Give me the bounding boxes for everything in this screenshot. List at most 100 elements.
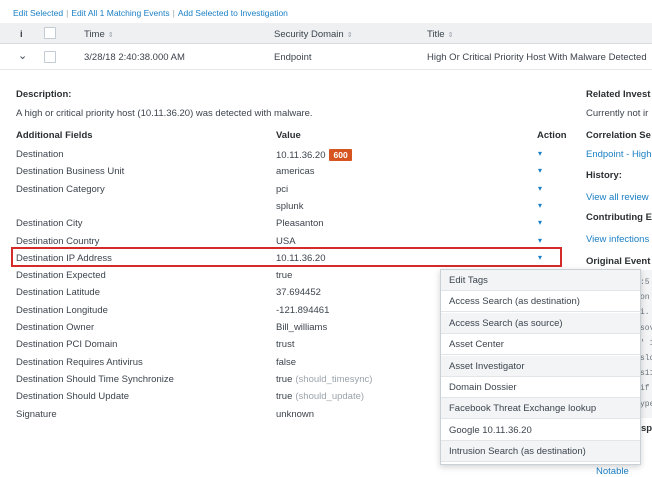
field-value: americas [276, 166, 315, 177]
field-value: true (should_timesync) [276, 374, 372, 385]
edit-all-link[interactable]: Edit All 1 Matching Events [71, 8, 169, 18]
correlation-search-title: Correlation Se [586, 130, 651, 141]
menu-item[interactable]: Facebook Threat Exchange lookup [441, 398, 640, 420]
field-value: Pleasanton [276, 218, 324, 229]
sort-icon: ⇕ [346, 32, 353, 39]
code-line: i. [640, 308, 650, 318]
field-value: trust [276, 339, 294, 350]
separator: | [172, 8, 175, 18]
field-label: Signature [16, 408, 57, 420]
field-label: Destination City [16, 218, 83, 230]
field-value-text: USA [276, 235, 296, 247]
field-value: 10.11.36.20 600 [276, 149, 352, 161]
field-label: Destination Latitude [16, 287, 100, 299]
field-value: unknown [276, 409, 314, 420]
field-value: pci [276, 184, 288, 195]
field-row: Destination 10.11.36.20 600 ▾ [16, 149, 556, 163]
field-label: Destination Country [16, 235, 100, 247]
bulk-action-links: Edit Selected | Edit All 1 Matching Events… [13, 8, 288, 18]
notable-link[interactable]: Notable [596, 466, 629, 477]
contributing-events-title: Contributing E [586, 212, 652, 223]
sort-icon: ⇕ [107, 32, 114, 39]
field-value-text: false [276, 356, 297, 368]
correlation-search-link[interactable]: Endpoint - High [586, 149, 651, 160]
field-value: true [276, 270, 292, 281]
menu-item[interactable]: Intrusion Search (as destination) [441, 441, 640, 463]
action-dropdown-caret-icon[interactable]: ▾ [538, 184, 542, 193]
menu-item[interactable]: Edit Tags [441, 270, 640, 291]
field-value-text: true [276, 373, 293, 385]
code-line: sov [640, 323, 652, 333]
field-value: Bill_williams [276, 322, 327, 333]
code-line: sld [640, 354, 652, 363]
description-text: A high or critical priority host (10.11.… [16, 108, 313, 119]
field-value-text: unknown [276, 408, 315, 420]
code-line: ' 1 [640, 338, 652, 348]
additional-fields-header: Additional Fields [16, 130, 93, 141]
contributing-events-link[interactable]: View infections [586, 234, 649, 245]
field-value-text: 37.694452 [276, 287, 321, 299]
description-label: Description: [16, 89, 72, 100]
field-value-text: Bill_williams [276, 322, 328, 333]
field-label: Destination Longitude [16, 304, 108, 316]
menu-item[interactable]: Access Search (as source) [441, 312, 640, 334]
menu-item[interactable]: Domain Dossier [441, 377, 640, 398]
field-row: splunk ▾ [16, 201, 556, 215]
row-select-checkbox[interactable] [44, 51, 56, 63]
field-value: true (should_update) [276, 391, 364, 402]
field-row: Destination Business Unit americas ▾ [16, 166, 556, 180]
table-row[interactable]: ⌄ 3/28/18 2:40:38.000 AM Endpoint High O… [0, 44, 652, 70]
field-value-text: splunk [276, 200, 304, 212]
action-dropdown-caret-icon[interactable]: ▾ [538, 149, 542, 158]
field-label: Destination Business Unit [16, 166, 125, 178]
edit-selected-link[interactable]: Edit Selected [13, 8, 63, 18]
risk-score-badge: 600 [329, 149, 352, 161]
field-value-text: true [276, 270, 293, 282]
field-label: Destination Category [16, 183, 105, 195]
field-action-menu: Edit Tags Access Search (as destination) A… [440, 269, 641, 465]
field-value-text: 10.11.36.20 [276, 150, 326, 161]
field-value-text: Pleasanton [276, 218, 324, 230]
menu-item[interactable]: Google 10.11.36.20 [441, 420, 640, 441]
action-dropdown-caret-icon[interactable]: ▾ [538, 201, 542, 210]
field-label: Destination PCI Domain [16, 339, 118, 351]
event-title: High Or Critical Priority Host With Malw… [427, 52, 647, 63]
info-column-header: i [20, 29, 23, 40]
related-investigations-text: Currently not ir [586, 108, 649, 119]
code-line: :5 [640, 278, 650, 287]
original-event-title: Original Event [586, 256, 651, 267]
action-dropdown-caret-icon[interactable]: ▾ [538, 218, 542, 227]
select-all-checkbox[interactable] [44, 27, 56, 39]
domain-header-label: Security Domain [274, 29, 344, 40]
field-label: Destination Should Time Synchronize [16, 373, 174, 385]
field-value: USA [276, 236, 296, 247]
field-value: -121.894461 [276, 305, 329, 316]
field-value-text: trust [276, 339, 295, 351]
field-label: Destination [16, 149, 64, 160]
menu-item[interactable]: Asset Center [441, 334, 640, 356]
time-header-label: Time [84, 29, 105, 40]
action-dropdown-caret-icon[interactable]: ▾ [538, 166, 542, 175]
security-domain-column-header[interactable]: Security Domain ⇕ [274, 29, 353, 40]
value-header: Value [276, 130, 301, 141]
action-dropdown-caret-icon[interactable]: ▾ [538, 236, 542, 245]
collapse-chevron-icon[interactable]: ⌄ [18, 49, 27, 62]
field-label: Destination Should Update [16, 391, 130, 403]
field-row: Destination Category pci ▾ [16, 184, 556, 198]
field-value-text: -121.894461 [276, 304, 330, 316]
event-time: 3/28/18 2:40:38.000 AM [84, 52, 185, 63]
title-header-label: Title [427, 29, 445, 40]
field-value-source: (should_timesync) [295, 373, 373, 385]
event-security-domain: Endpoint [274, 52, 312, 63]
field-label: Destination Expected [16, 270, 106, 282]
related-investigations-title: Related Invest [586, 89, 651, 100]
menu-item[interactable]: Asset Investigator [441, 355, 640, 377]
add-to-investigation-link[interactable]: Add Selected to Investigation [178, 8, 288, 18]
menu-item[interactable]: Access Search (as destination) [441, 291, 640, 313]
field-value-source: (should_update) [295, 391, 365, 403]
code-line: s11 [640, 369, 652, 379]
code-line: if [640, 384, 650, 394]
history-link[interactable]: View all review [586, 192, 649, 203]
title-column-header[interactable]: Title ⇕ [427, 29, 453, 40]
time-column-header[interactable]: Time ⇕ [84, 29, 114, 40]
